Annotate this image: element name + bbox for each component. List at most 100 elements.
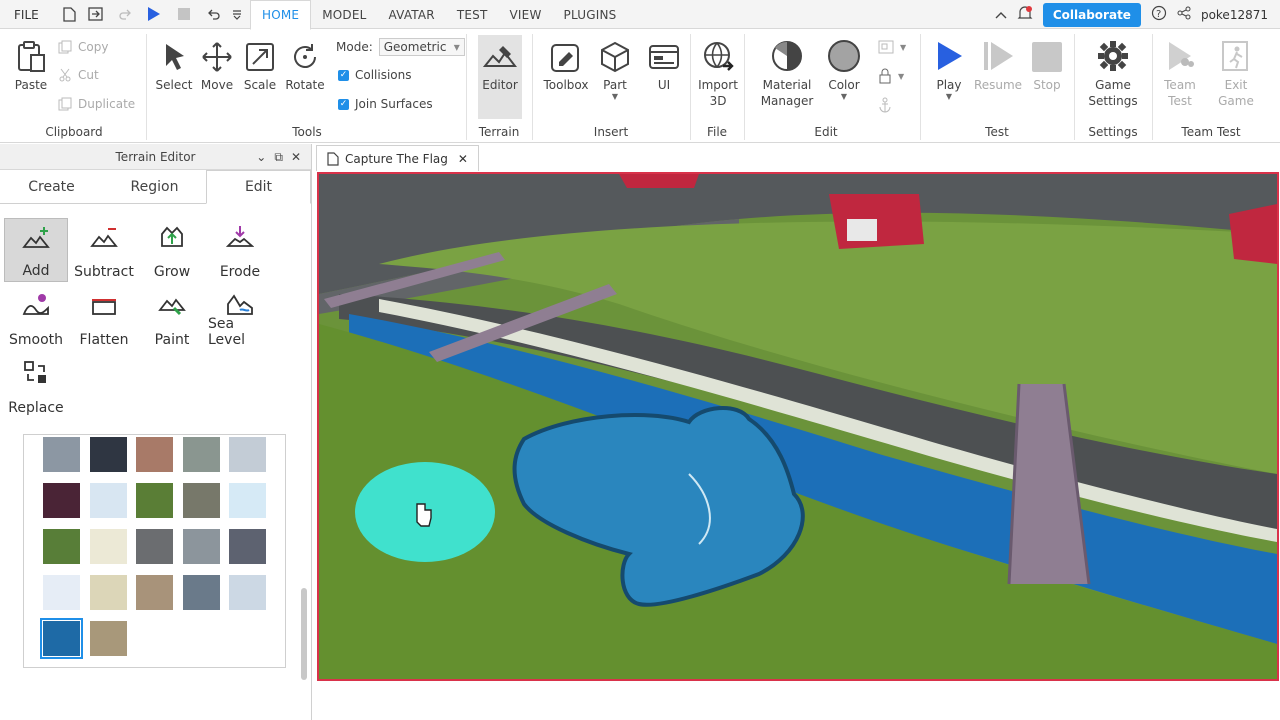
select-button[interactable]: Select <box>154 40 194 93</box>
collapse-ribbon-icon[interactable] <box>995 8 1007 22</box>
material-swatch[interactable] <box>229 529 266 564</box>
move-button[interactable]: Move <box>198 40 236 93</box>
panel-scrollbar[interactable] <box>301 588 307 680</box>
paste-button[interactable]: Paste <box>12 40 50 93</box>
tool-flatten[interactable]: Flatten <box>72 286 136 350</box>
viewport-tab[interactable]: Capture The Flag ✕ <box>316 145 479 171</box>
chevron-down-icon: ▼ <box>945 92 953 101</box>
tool-subtract[interactable]: Subtract <box>72 218 136 282</box>
publish-icon[interactable] <box>86 5 104 23</box>
tool-smooth[interactable]: Smooth <box>4 286 68 350</box>
material-swatch[interactable] <box>136 575 173 610</box>
material-swatch[interactable] <box>183 483 220 518</box>
ui-button[interactable]: UI <box>646 40 682 93</box>
mode-value: Geometric <box>383 40 447 54</box>
lock-button[interactable]: ▼ <box>878 68 904 84</box>
chevron-down-icon[interactable]: ⌄ <box>256 150 266 165</box>
collisions-toggle[interactable]: ✓ Collisions <box>338 68 412 82</box>
team-test-button[interactable]: Team Test <box>1158 40 1202 109</box>
bottom-strip <box>312 682 1280 720</box>
stop-button[interactable]: Stop <box>1028 40 1066 93</box>
file-menu[interactable]: FILE <box>14 0 39 29</box>
material-swatch[interactable] <box>43 483 80 518</box>
toolbox-button[interactable]: Toolbox <box>540 40 592 93</box>
material-swatch[interactable] <box>136 437 173 472</box>
tool-paint[interactable]: Paint <box>140 286 204 350</box>
sea-level-icon <box>227 294 253 315</box>
game-settings-button[interactable]: Game Settings <box>1086 40 1140 109</box>
tab-plugins[interactable]: PLUGINS <box>553 0 628 30</box>
join-surfaces-checkbox[interactable]: ✓ <box>338 98 349 110</box>
undock-icon[interactable]: ⧉ <box>274 150 283 165</box>
material-manager-button[interactable]: Material Manager <box>760 40 814 109</box>
scale-button[interactable]: Scale <box>242 40 278 93</box>
material-swatch[interactable] <box>229 483 266 518</box>
redo-icon[interactable] <box>116 5 134 23</box>
play-quick-icon[interactable] <box>145 5 163 23</box>
username[interactable]: poke12871 <box>1201 8 1268 22</box>
material-swatch[interactable] <box>183 437 220 472</box>
material-swatch[interactable] <box>229 437 266 472</box>
terrain-editor-button[interactable]: Editor <box>478 35 522 119</box>
material-manager-icon <box>772 41 802 71</box>
copy-button[interactable]: Copy <box>58 40 108 54</box>
material-swatch[interactable] <box>90 621 127 656</box>
tab-region[interactable]: Region <box>103 170 206 203</box>
mode-select[interactable]: Geometric ▾ <box>378 38 465 56</box>
tab-create[interactable]: Create <box>0 170 103 203</box>
import-3d-button[interactable]: Import 3D <box>696 40 740 109</box>
material-swatch[interactable] <box>43 529 80 564</box>
notification-bell-icon[interactable] <box>1017 5 1033 24</box>
exit-game-button[interactable]: Exit Game <box>1214 40 1258 109</box>
material-swatch[interactable] <box>43 575 80 610</box>
material-swatch[interactable] <box>183 575 220 610</box>
tool-sea-level[interactable]: Sea Level <box>208 286 272 350</box>
duplicate-icon <box>58 97 72 111</box>
undo-icon[interactable] <box>205 5 223 23</box>
material-swatch-water[interactable] <box>40 618 83 659</box>
material-swatch[interactable] <box>90 575 127 610</box>
tab-avatar[interactable]: AVATAR <box>378 0 446 30</box>
tab-test[interactable]: TEST <box>446 0 499 30</box>
material-swatch[interactable] <box>90 529 127 564</box>
resume-button[interactable]: Resume <box>972 40 1024 93</box>
material-swatch[interactable] <box>90 437 127 472</box>
play-button[interactable]: Play ▼ <box>930 40 968 101</box>
close-icon[interactable]: ✕ <box>291 150 301 165</box>
color-swatch-icon <box>828 40 860 72</box>
material-swatch[interactable] <box>90 483 127 518</box>
duplicate-button[interactable]: Duplicate <box>58 97 135 111</box>
group-button[interactable]: ▼ <box>878 40 906 54</box>
material-swatch[interactable] <box>136 529 173 564</box>
cut-button[interactable]: Cut <box>58 68 99 82</box>
part-button[interactable]: Part ▼ <box>598 40 632 101</box>
share-icon[interactable] <box>1177 6 1191 23</box>
collaborate-button[interactable]: Collaborate <box>1042 2 1141 27</box>
material-swatch[interactable] <box>229 575 266 610</box>
tab-view[interactable]: VIEW <box>499 0 553 30</box>
tab-home[interactable]: HOME <box>250 0 312 30</box>
tool-erode[interactable]: Erode <box>208 218 272 282</box>
material-swatch[interactable] <box>136 483 173 518</box>
quick-access-dropdown-icon[interactable] <box>228 5 246 23</box>
rotate-button[interactable]: Rotate <box>284 40 326 93</box>
game-viewport[interactable] <box>317 172 1279 681</box>
replace-terrain-icon <box>24 361 46 383</box>
tool-flatten-label: Flatten <box>79 332 129 348</box>
join-surfaces-toggle[interactable]: ✓ Join Surfaces <box>338 97 433 111</box>
close-icon[interactable]: ✕ <box>458 152 468 166</box>
color-button[interactable]: Color ▼ <box>826 40 862 101</box>
tool-grow[interactable]: Grow <box>140 218 204 282</box>
tab-model[interactable]: MODEL <box>311 0 377 30</box>
new-file-icon[interactable] <box>60 5 78 23</box>
collisions-checkbox[interactable]: ✓ <box>338 69 349 81</box>
anchor-button[interactable] <box>878 97 892 113</box>
material-palette <box>23 434 286 668</box>
material-swatch[interactable] <box>183 529 220 564</box>
tool-replace[interactable]: Replace <box>4 354 68 418</box>
stop-quick-icon[interactable] <box>175 5 193 23</box>
material-swatch[interactable] <box>43 437 80 472</box>
help-icon[interactable]: ? <box>1151 5 1167 24</box>
tab-edit[interactable]: Edit <box>206 170 311 204</box>
tool-add[interactable]: Add <box>4 218 68 282</box>
